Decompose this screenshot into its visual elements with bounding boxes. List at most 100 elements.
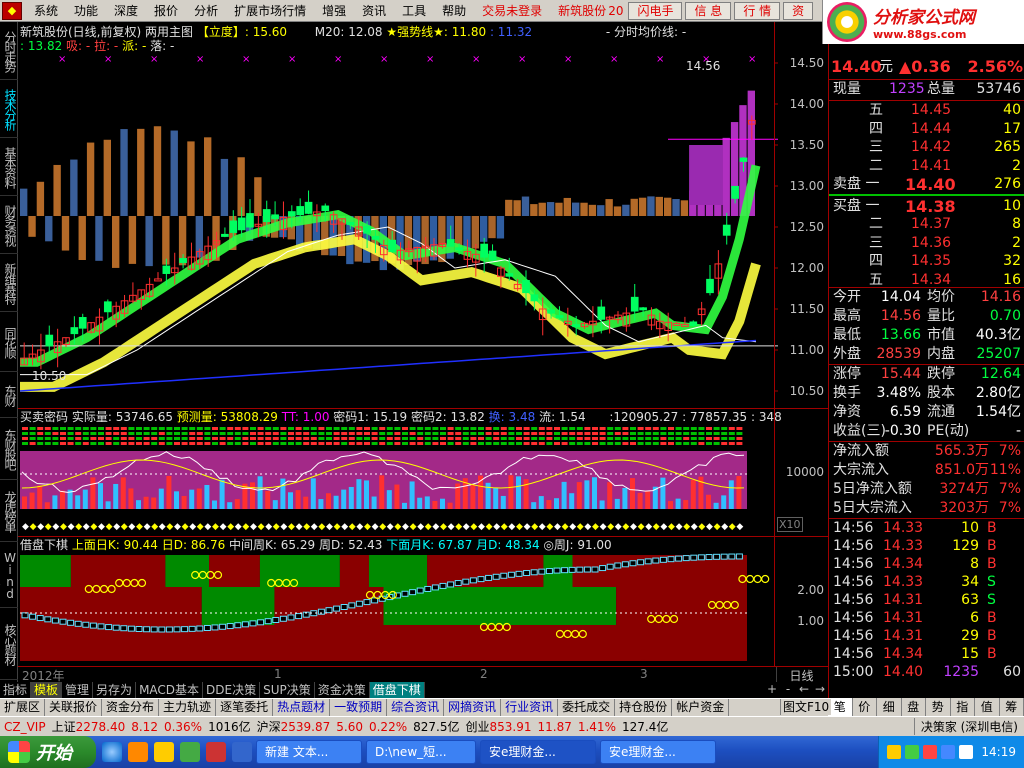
tab-technical[interactable]: 技术分析 [0,80,18,138]
ie-icon[interactable] [102,742,122,762]
task-explorer[interactable]: D:\new_短... [366,740,476,764]
start-button[interactable]: 开始 [0,736,96,768]
tab-fundamentals[interactable]: 基本资料 [0,138,18,196]
task-trading-1[interactable]: 安e理财金... [480,740,596,764]
bid-row[interactable]: 买盘 一 14.38 10 [829,197,1024,216]
ext-tab-account[interactable]: 帐户资金 [672,699,730,716]
tab-save-as[interactable]: 另存为 [93,682,137,698]
menu-quotes[interactable]: 报价 [146,0,186,22]
rtab-chips[interactable]: 筹 [1000,698,1024,716]
f10-button[interactable]: 图文F10 [780,699,832,715]
tab-newvision[interactable]: 新维赛特 [0,254,18,312]
ext-tab-orders[interactable]: 逐笔委托 [216,699,274,716]
tab-macd[interactable]: MACD基本 [136,682,204,698]
tab-manage[interactable]: 管理 [62,682,94,698]
ext-tab-main-track[interactable]: 主力轨迹 [159,699,217,716]
tab-indicator[interactable]: 指标 [0,682,32,698]
folder-icon[interactable] [154,742,174,762]
menu-news[interactable]: 资讯 [354,0,394,22]
tab-ths[interactable]: 同花顺10 [0,312,18,372]
bid-row[interactable]: 三 14.36 2 [829,234,1024,253]
bid-row[interactable]: 二 14.37 8 [829,215,1024,234]
ext-tab-hot-topics[interactable]: 热点题材 [273,699,331,716]
app-icon[interactable] [180,742,200,762]
server-status[interactable]: 决策家 (深圳电信) [913,718,1018,735]
tab-sup[interactable]: SUP决策 [260,682,315,698]
bid-row[interactable]: 四 14.35 32 [829,252,1024,271]
kline-chart[interactable]: × × × × × × × × × × × × × × × × [18,22,828,408]
scroll-right-button[interactable]: → [812,682,828,698]
rtab-tick[interactable]: 笔 [828,698,853,716]
capital-button[interactable]: 资 [783,1,814,20]
app2-icon[interactable] [206,742,226,762]
ext-tab-consensus[interactable]: 一致预期 [330,699,388,716]
menu-enhance[interactable]: 增强 [314,0,354,22]
tray-icon[interactable] [905,745,920,759]
ext-tab-industry[interactable]: 行业资讯 [501,699,559,716]
task-notepad[interactable]: 新建 文本... [256,740,362,764]
tray-icon[interactable] [887,745,902,759]
indicator-panel-password[interactable]: ◆ ◆ ◆ ◆ ◆ ◆ ◆ ◆ ◆ ◆ ◆ ◆ ◆ ◆ ◆ ◆ ◆ ◆ ◆ ◆ ◆ ◆ ◆ ◆ ◆ ◆ ◆ ◆ ◆ ◆ ◆ ◆ ◆ ◆ ◆ ◆ ◆ ◆ ◆ ◆… [18,408,828,536]
media-icon[interactable] [128,742,148,762]
ext-tab-web-news[interactable]: 网摘资讯 [444,699,502,716]
cy-index-label[interactable]: 创业 [465,718,489,735]
tab-chess[interactable]: 借盘下棋 [369,682,425,698]
scroll-left-button[interactable]: ← [796,682,812,698]
hs-index-label[interactable]: 沪深 [257,718,281,735]
zoom-in-button[interactable]: + [764,682,780,698]
menu-depth[interactable]: 深度 [106,0,146,22]
rtab-value[interactable]: 值 [975,698,1000,716]
ext-tab-trades[interactable]: 委托成交 [558,699,616,716]
ask-row[interactable]: 卖盘 一 14.40 276 [829,175,1024,194]
sh-index-label[interactable]: 上证 [52,718,76,735]
tab-finance[interactable]: 财务透视 [0,196,18,254]
tab-dde[interactable]: DDE决策 [203,682,261,698]
rtab-trend[interactable]: 势 [926,698,951,716]
menu-tools[interactable]: 工具 [394,0,434,22]
tab-core-theme[interactable]: 核心题材 [0,608,18,680]
tray-icon[interactable] [941,745,956,759]
ext-tab-related[interactable]: 关联报价 [45,699,103,716]
tab-dragon-list[interactable]: 龙虎榜单 [0,480,18,542]
zoom-out-button[interactable]: - [780,682,796,698]
ask-row[interactable]: 五 14.45 40 [829,101,1024,120]
app3-icon[interactable] [232,742,252,762]
period-selector[interactable]: 日线 [776,667,826,683]
task-trading-2[interactable]: 安e理财金... [600,740,716,764]
ext-tab-fund-dist[interactable]: 资金分布 [102,699,160,716]
menu-ext-market[interactable]: 扩展市场行情 [226,0,314,22]
tray-icon[interactable] [923,745,938,759]
indicator-panel-chess[interactable]: 借盘下棋 上面日K: 90.44 日D: 86.76 中间周K: 65.29 周… [18,536,828,666]
rtab-book[interactable]: 盘 [902,698,926,716]
x10-scale-button[interactable]: X10 [777,517,803,532]
rtab-price[interactable]: 价 [853,698,877,716]
chess-indicator-chart[interactable] [18,537,828,667]
menu-function[interactable]: 功能 [66,0,106,22]
app-logo-icon[interactable]: ◆ [2,1,22,20]
info-button[interactable]: 信 息 [685,1,732,20]
rtab-index[interactable]: 指 [951,698,975,716]
rtab-detail[interactable]: 细 [877,698,902,716]
ask-row[interactable]: 三 14.42 265 [829,138,1024,157]
password-indicator-chart[interactable]: ◆ ◆ ◆ ◆ ◆ ◆ ◆ ◆ ◆ ◆ ◆ ◆ ◆ ◆ ◆ ◆ ◆ ◆ ◆ ◆ ◆ ◆ ◆ ◆ ◆ ◆ ◆ ◆ ◆ ◆ ◆ ◆ ◆ ◆ ◆ ◆ ◆ ◆ ◆ ◆… [18,409,828,536]
tray-icon[interactable] [959,745,974,759]
menu-help[interactable]: 帮助 [434,0,474,22]
trade-status[interactable]: 交易未登录 [474,0,550,22]
diamond-marker: ◆ [364,522,371,532]
tab-intraday[interactable]: 分时走势 [0,22,18,80]
ext-tab-news[interactable]: 综合资讯 [387,699,445,716]
kline-chart-panel[interactable]: × × × × × × × × × × × × × × × × 新筑股份(日线,前复权) 两用主图 【立度】:… [18,22,828,408]
ext-tab-area[interactable]: 扩展区 [0,699,46,716]
ask-row[interactable]: 四 14.44 17 [829,120,1024,139]
quote-button[interactable]: 行 情 [734,1,781,20]
menu-analysis[interactable]: 分析 [186,0,226,22]
menu-system[interactable]: 系统 [26,0,66,22]
tab-guba[interactable]: 东财股吧 [0,418,18,480]
tab-eastmoney[interactable]: 东财10 [0,372,18,418]
ask-row[interactable]: 二 14.41 2 [829,157,1024,176]
tab-capital[interactable]: 资金决策 [315,682,370,698]
lightning-trade-button[interactable]: 闪电手 [628,1,683,20]
tab-template[interactable]: 模板 [31,682,63,698]
ext-tab-holdings[interactable]: 持仓股份 [615,699,673,716]
tab-wind[interactable]: Wind资讯 [0,542,18,608]
